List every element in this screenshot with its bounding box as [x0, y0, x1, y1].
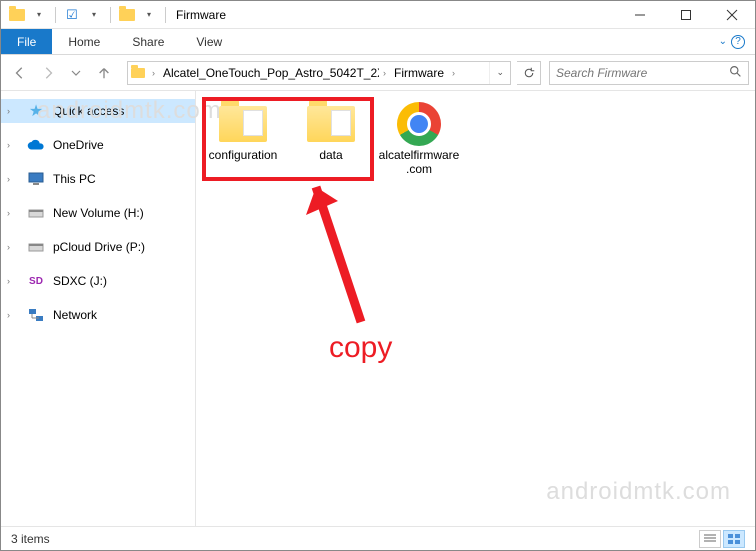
annotation-label: copy	[329, 331, 392, 365]
url-item[interactable]: alcatelfirmware.com	[378, 101, 460, 177]
sidebar-item-label: Network	[53, 308, 97, 322]
up-button[interactable]	[91, 60, 117, 86]
address-folder-icon	[128, 68, 148, 78]
chrome-icon	[391, 101, 447, 147]
window-controls	[617, 1, 755, 29]
breadcrumb-segment[interactable]: Alcatel_OneTouch_Pop_Astro_5042T_2X...	[159, 66, 379, 80]
chevron-right-icon[interactable]: ›	[148, 68, 159, 78]
view-toggle-group	[699, 530, 745, 548]
sidebar-item-onedrive[interactable]: › OneDrive	[1, 133, 195, 157]
folder-item[interactable]: configuration	[202, 101, 284, 177]
forward-button[interactable]	[35, 60, 61, 86]
chevron-down-icon: ⌄	[719, 36, 727, 47]
item-label: alcatelfirmware.com	[378, 149, 460, 177]
sidebar-item-this-pc[interactable]: › This PC	[1, 167, 195, 191]
sidebar-item-drive-h[interactable]: › New Volume (H:)	[1, 201, 195, 225]
cloud-icon	[27, 136, 45, 154]
search-icon[interactable]	[729, 65, 742, 81]
titlebar: ▾ ☑ ▾ ▾ Firmware	[1, 1, 755, 29]
app-folder-icon	[7, 5, 27, 25]
sidebar-item-label: New Volume (H:)	[53, 206, 144, 220]
watermark: androidmtk.com	[546, 478, 731, 506]
chevron-right-icon[interactable]: ›	[7, 140, 17, 150]
sidebar-item-label: pCloud Drive (P:)	[53, 240, 145, 254]
drive-icon	[27, 204, 45, 222]
search-box[interactable]	[549, 61, 749, 85]
network-icon	[27, 306, 45, 324]
help-icon[interactable]: ?	[731, 35, 745, 49]
status-bar: 3 items	[1, 526, 755, 550]
view-tab[interactable]: View	[180, 29, 238, 54]
refresh-button[interactable]	[517, 61, 541, 85]
content-pane[interactable]: configuration data alcatelfirmware.com c…	[196, 91, 755, 526]
sidebar-item-label: OneDrive	[53, 138, 104, 152]
search-input[interactable]	[556, 66, 729, 80]
chevron-right-icon[interactable]: ›	[7, 310, 17, 320]
address-dropdown[interactable]: ⌄	[489, 62, 510, 84]
sidebar-item-label: SDXC (J:)	[53, 274, 107, 288]
window-title: Firmware	[176, 8, 226, 22]
qat-caret-icon[interactable]: ▾	[29, 5, 49, 25]
item-label: configuration	[209, 149, 278, 163]
quick-access-toolbar: ▾ ☑ ▾ ▾	[1, 5, 170, 25]
details-view-button[interactable]	[699, 530, 721, 548]
item-label: data	[319, 149, 342, 163]
item-list: configuration data alcatelfirmware.com	[202, 101, 749, 177]
breadcrumb-segment[interactable]: Firmware	[390, 66, 448, 80]
qat-properties-icon[interactable]: ☑	[62, 5, 82, 25]
sd-card-icon: SD	[27, 272, 45, 290]
sidebar-item-drive-p[interactable]: › pCloud Drive (P:)	[1, 235, 195, 259]
maximize-button[interactable]	[663, 1, 709, 29]
main-area: androidmtk.com › ★ Quick access › OneDri…	[1, 91, 755, 526]
file-tab[interactable]: File	[1, 29, 52, 54]
star-icon: ★	[27, 102, 45, 120]
sidebar-item-label: This PC	[53, 172, 96, 186]
minimize-button[interactable]	[617, 1, 663, 29]
close-button[interactable]	[709, 1, 755, 29]
chevron-right-icon[interactable]: ›	[7, 208, 17, 218]
address-bar[interactable]: › Alcatel_OneTouch_Pop_Astro_5042T_2X...…	[127, 61, 511, 85]
qat-separator	[165, 7, 166, 23]
chevron-right-icon[interactable]: ›	[7, 242, 17, 252]
annotation-arrow-icon	[306, 177, 386, 337]
chevron-right-icon[interactable]: ›	[7, 276, 17, 286]
qat-caret-icon[interactable]: ▾	[139, 5, 159, 25]
navbar: › Alcatel_OneTouch_Pop_Astro_5042T_2X...…	[1, 55, 755, 91]
chevron-right-icon[interactable]: ›	[7, 106, 17, 116]
chevron-right-icon[interactable]: ›	[448, 68, 459, 78]
share-tab[interactable]: Share	[116, 29, 180, 54]
folder-icon	[303, 101, 359, 147]
recent-dropdown[interactable]	[63, 60, 89, 86]
folder-icon	[215, 101, 271, 147]
home-tab[interactable]: Home	[52, 29, 116, 54]
drive-icon	[27, 238, 45, 256]
sidebar-item-label: Quick access	[53, 104, 124, 118]
qat-separator	[110, 7, 111, 23]
folder-item[interactable]: data	[290, 101, 372, 177]
ribbon: File Home Share View ⌄?	[1, 29, 755, 55]
qat-caret-icon[interactable]: ▾	[84, 5, 104, 25]
sidebar-item-quick-access[interactable]: › ★ Quick access	[1, 99, 195, 123]
chevron-right-icon[interactable]: ›	[7, 174, 17, 184]
qat-separator	[55, 7, 56, 23]
sidebar-item-drive-j[interactable]: › SD SDXC (J:)	[1, 269, 195, 293]
status-item-count: 3 items	[11, 532, 50, 546]
chevron-right-icon[interactable]: ›	[379, 68, 390, 78]
titlebar-folder-icon	[117, 5, 137, 25]
back-button[interactable]	[7, 60, 33, 86]
sidebar-item-network[interactable]: › Network	[1, 303, 195, 327]
monitor-icon	[27, 170, 45, 188]
ribbon-collapse[interactable]: ⌄?	[709, 29, 755, 54]
navigation-pane: androidmtk.com › ★ Quick access › OneDri…	[1, 91, 196, 526]
icons-view-button[interactable]	[723, 530, 745, 548]
